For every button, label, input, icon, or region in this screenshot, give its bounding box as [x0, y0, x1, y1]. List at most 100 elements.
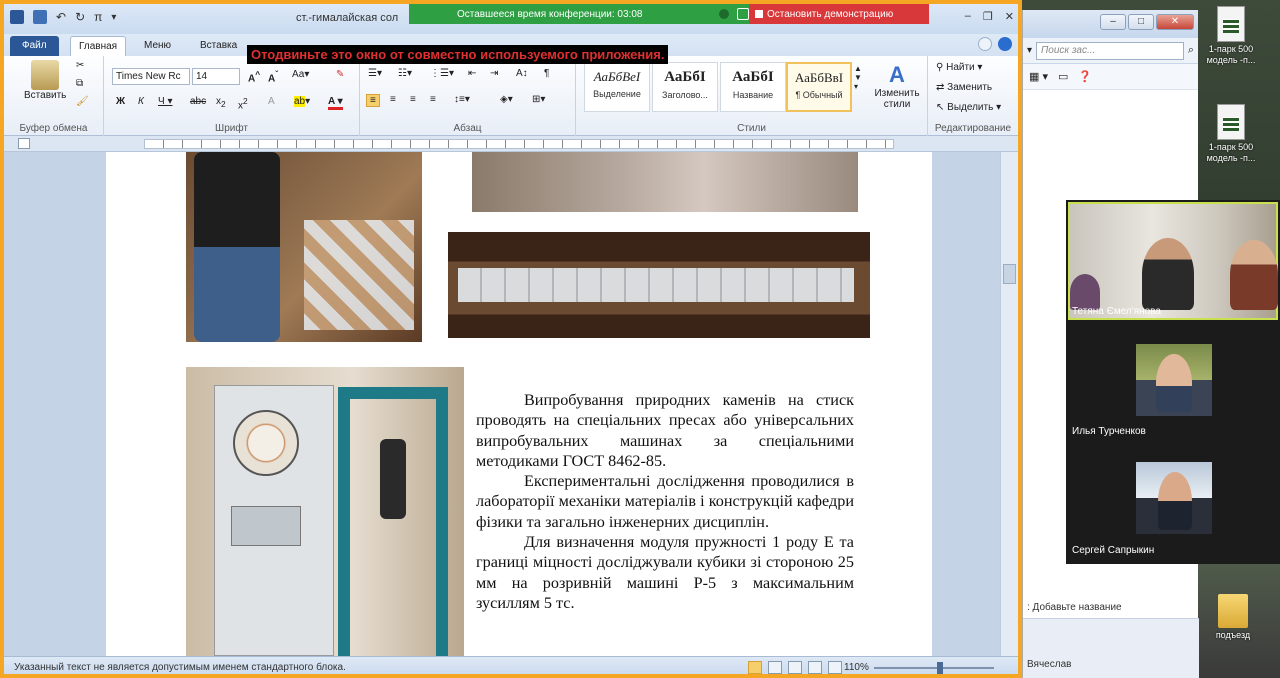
bullets-icon[interactable]: ☰▾: [368, 68, 382, 79]
tab-menu[interactable]: Меню: [136, 36, 179, 56]
undo-icon[interactable]: ↶: [56, 10, 66, 24]
numbering-icon[interactable]: ☷▾: [398, 68, 412, 79]
line-spacing-icon[interactable]: ↕≡▾: [454, 94, 470, 105]
help-icon[interactable]: [998, 37, 1012, 51]
font-size-select[interactable]: 14: [192, 68, 240, 85]
explorer-address-row: ▾ Поиск зас... ⌕: [1023, 38, 1198, 64]
close-button[interactable]: ✕: [1156, 14, 1194, 30]
tab-home[interactable]: Главная: [70, 36, 127, 56]
pane-icon[interactable]: ▭: [1058, 70, 1068, 83]
salt-cubes: [304, 220, 414, 330]
explorer-search-input[interactable]: Поиск зас...: [1036, 41, 1184, 60]
decrease-indent-icon[interactable]: ⇤: [468, 68, 476, 79]
stop-icon: [755, 10, 763, 18]
align-full-button[interactable]: ≡: [430, 94, 436, 105]
font-name-select[interactable]: Times New Rc: [112, 68, 190, 85]
increase-indent-icon[interactable]: ⇥: [490, 68, 498, 79]
meeting-time-remaining: Оставшееся время конференции: 03:08: [409, 4, 749, 24]
strikethrough-button[interactable]: abc: [190, 96, 206, 107]
subscript-button[interactable]: x2: [216, 96, 226, 109]
italic-button[interactable]: К: [138, 96, 144, 107]
zoom-slider[interactable]: [874, 662, 994, 674]
draft-view-icon[interactable]: [828, 661, 842, 674]
vertical-scrollbar[interactable]: [1000, 152, 1018, 656]
bold-button[interactable]: Ж: [116, 96, 125, 107]
cut-icon[interactable]: ✂: [76, 60, 84, 71]
view-icon[interactable]: ▦ ▾: [1029, 70, 1048, 83]
minimize-button[interactable]: –: [1100, 14, 1126, 30]
zoom-level[interactable]: 110%: [844, 662, 869, 673]
align-justify-button[interactable]: ≡: [366, 94, 380, 107]
participant-name: Илья Турченков: [1072, 426, 1146, 437]
clear-format-icon[interactable]: ✎: [336, 69, 344, 80]
machine-frame: [338, 387, 448, 656]
reading-view-icon[interactable]: [768, 661, 782, 674]
spreadsheet-file-icon: [1217, 104, 1245, 140]
superscript-button[interactable]: x2: [238, 96, 248, 111]
align-right-button[interactable]: ≡: [410, 94, 416, 105]
zoom-slider-knob[interactable]: [936, 662, 943, 674]
scrollbar-thumb[interactable]: [1003, 264, 1016, 284]
desktop-file-icon-2[interactable]: 1-парк 500 модель -п...: [1196, 104, 1266, 164]
restore-icon[interactable]: ❐: [983, 10, 993, 23]
customize-qat-icon[interactable]: ▾: [111, 12, 116, 23]
find-button[interactable]: ⚲ Найти ▾: [936, 62, 982, 73]
search-icon[interactable]: ⌕: [1188, 44, 1194, 57]
close-icon[interactable]: ✕: [1005, 10, 1014, 23]
grow-font-icon[interactable]: A^: [248, 69, 260, 84]
style-emphasis[interactable]: АаБбВеI Выделение: [584, 62, 650, 112]
tab-stop-selector-icon[interactable]: [18, 138, 30, 149]
document-title: ст.-гималайская сол: [296, 12, 399, 24]
show-marks-icon[interactable]: ¶: [544, 68, 549, 79]
change-styles-button[interactable]: A Изменить стили: [870, 62, 924, 110]
help-icon[interactable]: ❓: [1078, 70, 1092, 83]
change-case-icon[interactable]: Аа▾: [292, 69, 309, 80]
participant-video-active[interactable]: [1068, 202, 1278, 320]
paragraph: Для визначення модуля пружності 1 роду Е…: [476, 533, 854, 612]
paste-button[interactable]: Вставить: [24, 60, 66, 101]
web-layout-icon[interactable]: [788, 661, 802, 674]
clipboard-group: Вставить ✂ ⧉ 🖌 Буфер обмена: [4, 56, 104, 136]
desktop-folder-icon[interactable]: подъезд: [1198, 594, 1268, 641]
save-icon[interactable]: [33, 10, 47, 24]
outline-view-icon[interactable]: [808, 661, 822, 674]
pi-icon[interactable]: π: [94, 10, 102, 24]
paragraph: Випробування природних каменів на стиск …: [476, 391, 854, 470]
participant-video[interactable]: [1136, 344, 1212, 416]
print-layout-icon[interactable]: [748, 661, 762, 674]
align-center-button[interactable]: ≡: [390, 94, 396, 105]
select-button[interactable]: ↖ Выделить ▾: [936, 102, 1001, 113]
sort-icon[interactable]: A↕: [516, 68, 528, 79]
styles-scroll-icon[interactable]: ▲ ▼ ▾: [854, 64, 862, 91]
style-title[interactable]: АаБбI Название: [720, 62, 786, 112]
shrink-font-icon[interactable]: Aˇ: [268, 69, 278, 84]
format-painter-icon[interactable]: 🖌: [76, 96, 89, 107]
stop-share-button[interactable]: Остановить демонстрацию: [749, 4, 929, 24]
participant-video[interactable]: [1136, 462, 1212, 534]
chevron-down-icon[interactable]: ▾: [1027, 45, 1032, 56]
text-effects-icon[interactable]: A: [268, 96, 275, 107]
multilevel-list-icon[interactable]: ⋮☰▾: [430, 68, 454, 79]
desktop-file-icon-1[interactable]: 1-парк 500 модель -п...: [1196, 6, 1266, 66]
style-normal[interactable]: АаБбВвI ¶ Обычный: [786, 62, 852, 112]
replace-button[interactable]: ⇄ Заменить: [936, 82, 992, 93]
maximize-button[interactable]: □: [1128, 14, 1154, 30]
document-body-text[interactable]: Випробування природних каменів на стиск …: [476, 390, 854, 613]
minimize-icon[interactable]: –: [965, 10, 971, 23]
font-color-icon[interactable]: A ▾: [328, 96, 343, 110]
style-heading[interactable]: АаБбI Заголово...: [652, 62, 718, 112]
shading-icon[interactable]: ◈▾: [500, 94, 513, 105]
copy-icon[interactable]: ⧉: [76, 78, 83, 89]
machine-panel: [231, 506, 301, 546]
highlight-icon[interactable]: ab▾: [294, 96, 310, 107]
borders-icon[interactable]: ⊞▾: [532, 94, 545, 105]
window-controls: – ❐ ✕: [965, 10, 1014, 23]
document-page[interactable]: Випробування природних каменів на стиск …: [106, 152, 932, 656]
collapse-ribbon-icon[interactable]: [978, 37, 992, 51]
redo-icon[interactable]: ↻: [75, 10, 85, 24]
info-icon[interactable]: [737, 8, 749, 20]
underline-button[interactable]: Ч ▾: [158, 96, 172, 107]
tab-insert[interactable]: Вставка: [192, 36, 245, 56]
tab-file[interactable]: Файл: [10, 36, 59, 56]
horizontal-ruler[interactable]: [4, 136, 1018, 152]
